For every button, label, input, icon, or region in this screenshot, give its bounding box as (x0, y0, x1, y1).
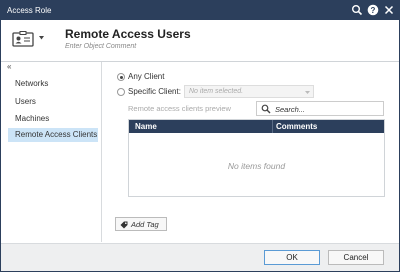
specific-client-label: Specific Client: (128, 87, 181, 96)
search-icon (261, 104, 271, 114)
search-icon[interactable] (351, 4, 363, 16)
search-placeholder: Search... (275, 105, 306, 114)
specific-client-select[interactable]: No item selected. (184, 85, 314, 98)
sidebar-item-remote-access-clients[interactable]: Remote Access Clients (8, 128, 98, 142)
chevron-down-icon (305, 91, 310, 94)
object-header: Remote Access Users Enter Object Comment (1, 20, 399, 62)
any-client-label: Any Client (128, 72, 165, 81)
dialog-footer: OK Cancel (1, 243, 399, 271)
tag-icon (120, 221, 128, 229)
ok-button[interactable]: OK (264, 250, 320, 265)
id-card-icon[interactable] (12, 31, 34, 47)
select-placeholder: No item selected. (189, 88, 244, 95)
column-divider[interactable] (272, 120, 273, 133)
clients-table: Name Comments No items found (128, 119, 385, 197)
object-name[interactable]: Remote Access Users (65, 27, 191, 41)
column-header-name[interactable]: Name (135, 122, 157, 131)
add-tag-button[interactable]: Add Tag (115, 217, 167, 231)
header-divider (1, 61, 399, 62)
object-comment-field[interactable]: Enter Object Comment (65, 43, 136, 50)
add-tag-label: Add Tag (131, 220, 159, 229)
empty-table-message: No items found (227, 161, 286, 171)
table-header: Name Comments (129, 120, 384, 133)
title-bar: Access Role ? (1, 1, 399, 20)
specific-client-radio[interactable] (117, 88, 125, 96)
search-input[interactable]: Search... (256, 101, 384, 116)
sidebar-divider (101, 62, 102, 242)
access-role-dialog: Access Role ? Remote Access Users Enter … (0, 0, 400, 272)
sidebar-item-users[interactable]: Users (10, 95, 98, 109)
svg-text:?: ? (371, 6, 376, 15)
chevron-down-icon[interactable] (39, 36, 44, 40)
sidebar-item-networks[interactable]: Networks (10, 77, 98, 91)
collapse-sidebar-button[interactable]: « (7, 62, 11, 71)
close-icon[interactable] (383, 4, 395, 16)
sidebar-item-machines[interactable]: Machines (10, 112, 98, 126)
preview-label: Remote access clients preview (128, 104, 231, 113)
help-icon[interactable]: ? (367, 4, 379, 16)
window-title: Access Role (7, 6, 52, 15)
cancel-button[interactable]: Cancel (328, 250, 384, 265)
column-header-comments[interactable]: Comments (276, 122, 317, 131)
any-client-radio[interactable] (117, 73, 125, 81)
